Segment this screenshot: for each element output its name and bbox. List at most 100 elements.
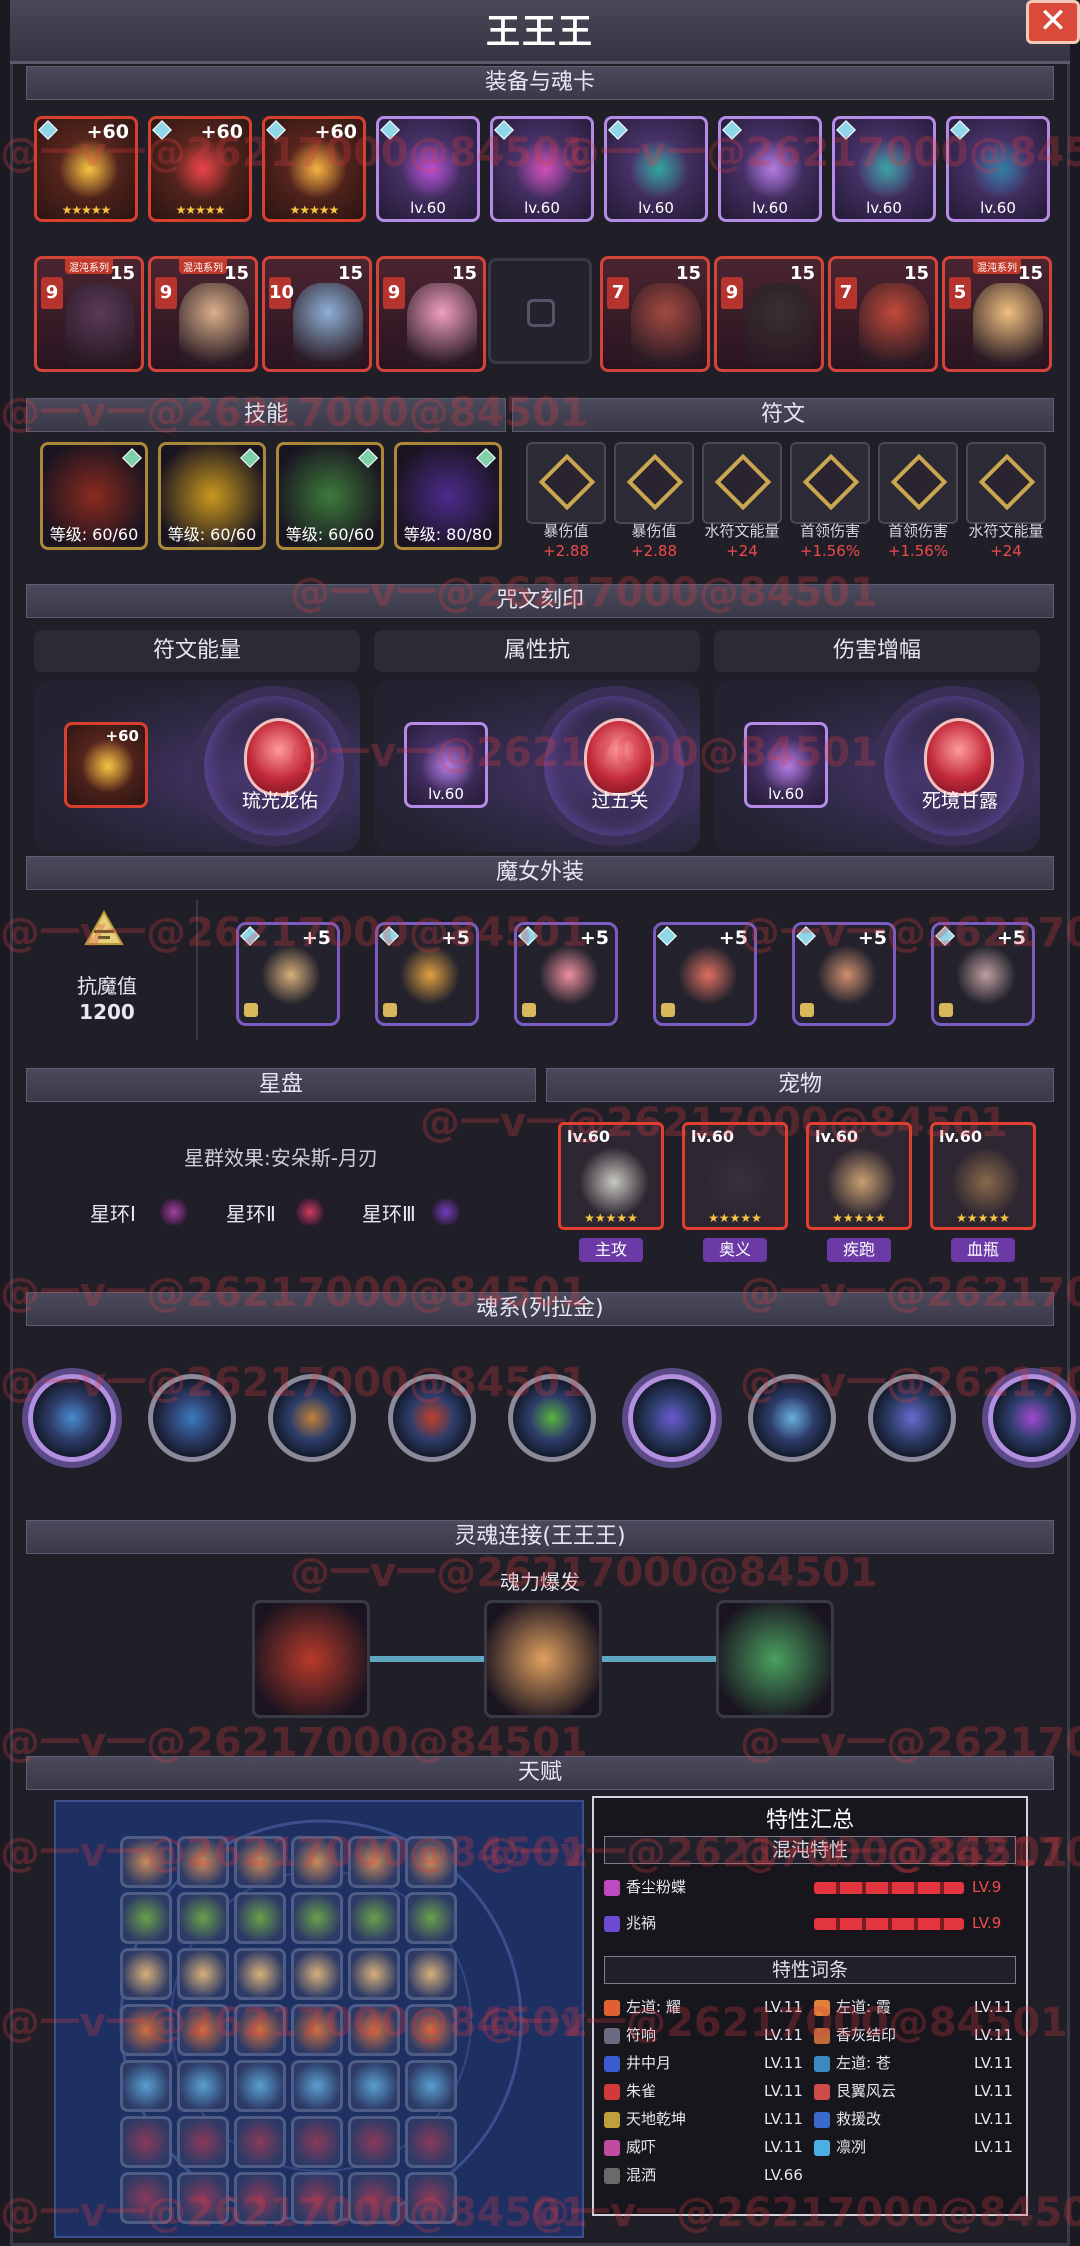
soul-link-icon[interactable] (252, 1600, 370, 1718)
outfit-slot[interactable]: +5 (653, 922, 757, 1026)
pet-slot[interactable]: lv.60 ★★★★★ (558, 1122, 664, 1230)
skill-slot[interactable]: 等级: 60/60 (40, 442, 148, 550)
talent-node[interactable] (291, 2116, 343, 2168)
outfit-slot[interactable]: +5 (236, 922, 340, 1026)
talent-node[interactable] (348, 2116, 400, 2168)
outfit-slot[interactable]: +5 (375, 922, 479, 1026)
talent-node[interactable] (177, 1836, 229, 1888)
skill-slot[interactable]: 等级: 60/60 (158, 442, 266, 550)
talent-node[interactable] (120, 2116, 172, 2168)
talent-node[interactable] (291, 2004, 343, 2056)
soul-orb[interactable] (28, 1374, 116, 1462)
talent-node[interactable] (177, 2116, 229, 2168)
rune-slot[interactable] (966, 442, 1046, 524)
talent-node[interactable] (234, 2060, 286, 2112)
talent-node[interactable] (177, 1948, 229, 2000)
gear-slot[interactable]: +60 ★★★★★ (262, 116, 366, 222)
skill-slot[interactable]: 等级: 80/80 (394, 442, 502, 550)
gear-slot[interactable]: lv.60 (832, 116, 936, 222)
talent-node[interactable] (234, 2172, 286, 2224)
star-ring-icon[interactable] (160, 1198, 188, 1226)
talent-node[interactable] (177, 2172, 229, 2224)
crystal-icon[interactable] (244, 718, 314, 796)
outfit-slot[interactable]: +5 (792, 922, 896, 1026)
talent-node[interactable] (177, 1892, 229, 1944)
talent-node[interactable] (291, 2060, 343, 2112)
soul-card[interactable]: 9 15 (714, 256, 824, 372)
talent-node[interactable] (177, 2004, 229, 2056)
talent-node[interactable] (291, 1836, 343, 1888)
soul-card[interactable]: 10 15 (262, 256, 372, 372)
rune-slot[interactable] (790, 442, 870, 524)
soul-orb[interactable] (388, 1374, 476, 1462)
outfit-slot[interactable]: +5 (514, 922, 618, 1026)
crystal-icon[interactable] (924, 718, 994, 796)
star-ring-icon[interactable] (432, 1198, 460, 1226)
talent-node[interactable] (405, 2172, 457, 2224)
talent-node[interactable] (120, 2004, 172, 2056)
rune-slot[interactable] (878, 442, 958, 524)
soul-orb[interactable] (748, 1374, 836, 1462)
soul-orb[interactable] (268, 1374, 356, 1462)
curse-item[interactable]: +60 (64, 722, 148, 808)
empty-soul-slot[interactable] (488, 258, 592, 364)
gear-slot[interactable]: lv.60 (604, 116, 708, 222)
talent-node[interactable] (234, 2116, 286, 2168)
pet-slot[interactable]: lv.60 ★★★★★ (806, 1122, 912, 1230)
soul-orb[interactable] (508, 1374, 596, 1462)
talent-node[interactable] (405, 2004, 457, 2056)
talent-node[interactable] (120, 1892, 172, 1944)
talent-node[interactable] (120, 2060, 172, 2112)
soul-orb[interactable] (988, 1374, 1076, 1462)
soul-card[interactable]: 7 15 (600, 256, 710, 372)
talent-node[interactable] (120, 1836, 172, 1888)
pet-slot[interactable]: lv.60 ★★★★★ (930, 1122, 1036, 1230)
talent-node[interactable] (348, 2060, 400, 2112)
talent-node[interactable] (291, 1892, 343, 1944)
pet-slot[interactable]: lv.60 ★★★★★ (682, 1122, 788, 1230)
talent-node[interactable] (348, 1836, 400, 1888)
soul-card[interactable]: 混沌系列 9 15 (148, 256, 258, 372)
curse-item[interactable]: lv.60 (744, 722, 828, 808)
gear-slot[interactable]: lv.60 (376, 116, 480, 222)
talent-node[interactable] (348, 2004, 400, 2056)
talent-node[interactable] (291, 2172, 343, 2224)
gear-slot[interactable]: lv.60 (718, 116, 822, 222)
talent-node[interactable] (405, 2060, 457, 2112)
talent-node[interactable] (405, 2116, 457, 2168)
soul-card[interactable]: 混沌系列 9 15 (34, 256, 144, 372)
talent-node[interactable] (234, 2004, 286, 2056)
gear-slot[interactable]: lv.60 (490, 116, 594, 222)
soul-orb[interactable] (628, 1374, 716, 1462)
talent-node[interactable] (348, 2172, 400, 2224)
gear-slot[interactable]: lv.60 (946, 116, 1050, 222)
star-ring-icon[interactable] (296, 1198, 324, 1226)
talent-node[interactable] (405, 1892, 457, 1944)
rune-slot[interactable] (614, 442, 694, 524)
talent-node[interactable] (234, 1836, 286, 1888)
soul-card[interactable]: 9 15 (376, 256, 486, 372)
talent-node[interactable] (177, 2060, 229, 2112)
soul-link-icon[interactable] (716, 1600, 834, 1718)
soul-orb[interactable] (868, 1374, 956, 1462)
talent-node[interactable] (405, 1948, 457, 2000)
soul-link-icon[interactable] (484, 1600, 602, 1718)
gear-slot[interactable]: +60 ★★★★★ (34, 116, 138, 222)
talent-node[interactable] (348, 1948, 400, 2000)
crystal-icon[interactable] (584, 718, 654, 796)
skill-slot[interactable]: 等级: 60/60 (276, 442, 384, 550)
soul-card[interactable]: 混沌系列 5 15 (942, 256, 1052, 372)
close-button[interactable]: ✕ (1026, 0, 1080, 44)
talent-node[interactable] (405, 1836, 457, 1888)
curse-item[interactable]: lv.60 (404, 722, 488, 808)
talent-node[interactable] (120, 1948, 172, 2000)
talent-node[interactable] (120, 2172, 172, 2224)
gear-slot[interactable]: +60 ★★★★★ (148, 116, 252, 222)
rune-slot[interactable] (526, 442, 606, 524)
talent-node[interactable] (348, 1892, 400, 1944)
rune-slot[interactable] (702, 442, 782, 524)
talent-node[interactable] (234, 1948, 286, 2000)
talent-node[interactable] (291, 1948, 343, 2000)
talent-node[interactable] (234, 1892, 286, 1944)
soul-orb[interactable] (148, 1374, 236, 1462)
